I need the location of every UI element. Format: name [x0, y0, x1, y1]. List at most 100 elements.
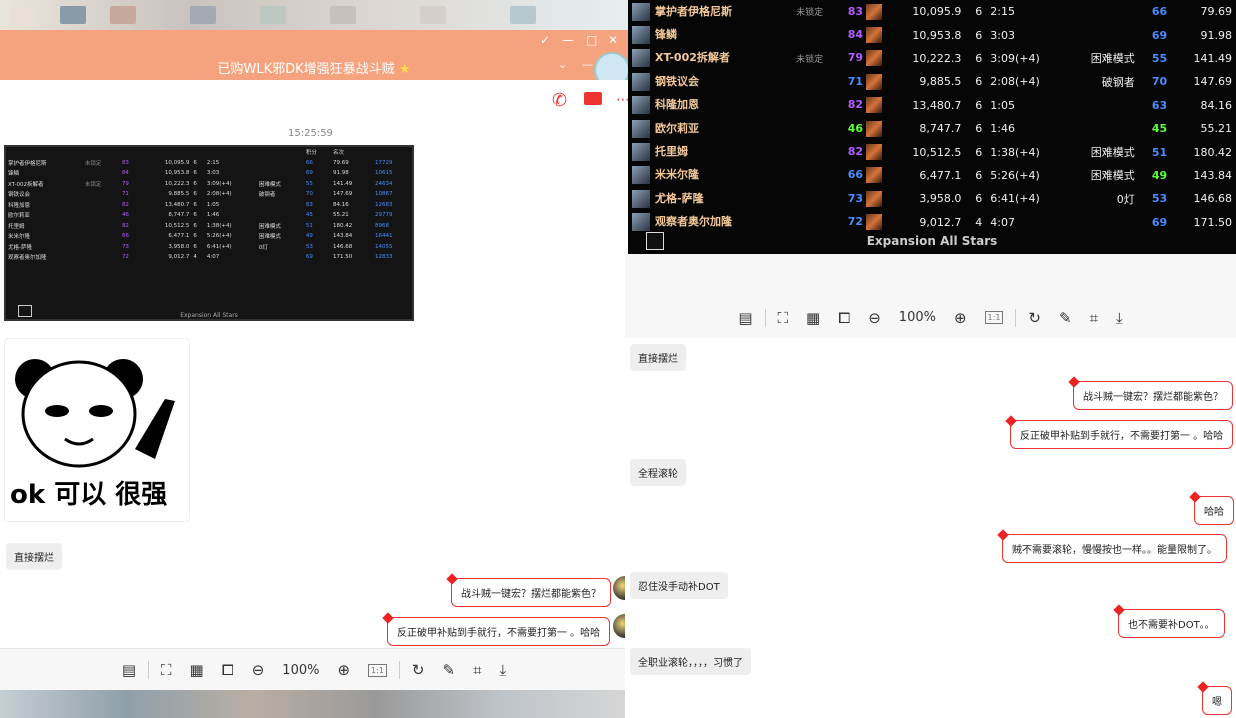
qr-icon[interactable]: [646, 232, 664, 250]
message-bubble-left[interactable]: 全职业滚轮，，，，习惯了: [630, 648, 751, 675]
lock-status: [83, 189, 120, 200]
score-cell: 147.69: [333, 191, 353, 198]
time-cell: 2:08(+4): [990, 75, 1040, 89]
score-cell: 146.68: [333, 243, 353, 250]
dps-cell: 13,480.7: [164, 201, 190, 208]
rank-cell: 16441: [375, 233, 393, 240]
dps-cell: 9,885.5: [919, 75, 962, 89]
boss-name-cell: 米米尔隆: [8, 234, 31, 241]
message-bubble-right[interactable]: 战斗贼一键宏？摆烂都能紫色？: [1073, 381, 1233, 410]
dps-cell: 3,958.0: [168, 243, 190, 250]
message-bubble-right[interactable]: 贼不需要滚轮，慢慢按也一样。。能量限制了。: [1002, 534, 1227, 563]
time-cell: 3:03: [206, 170, 220, 177]
edit-icon[interactable]: ✎: [443, 661, 456, 679]
count-cell: 6: [193, 233, 197, 240]
boss-name-cell: 欧尔莉亚: [8, 213, 31, 220]
time-cell: 5:26(+4): [206, 233, 232, 240]
fit-screen-icon[interactable]: ⧠: [222, 661, 234, 679]
zoom-out-icon[interactable]: ⊖: [868, 309, 881, 327]
boss-score-table[interactable]: 掌护者伊格尼斯 未锁定 83 10,095.9 6 2:15 66 79.69 锋鳞 84 10,9…: [628, 0, 1236, 234]
phone-icon[interactable]: ✆: [552, 90, 567, 111]
translate-icon[interactable]: ▦: [190, 661, 204, 679]
ilvl-cell: 83: [121, 159, 129, 166]
weapon-icon: [866, 144, 883, 161]
ilvl-cell: 73: [121, 243, 129, 250]
message-bubble-right[interactable]: 哈哈: [1194, 496, 1234, 525]
score-cell: 171.50: [333, 254, 353, 261]
rank-cell: 24634: [375, 180, 393, 187]
download-icon[interactable]: ⤓: [1116, 309, 1123, 327]
message-bubble-left[interactable]: 直接摆烂: [630, 344, 686, 371]
actual-size-button[interactable]: 1:1: [368, 663, 387, 677]
ilvl-cell: 84: [827, 23, 886, 46]
message-bubble-right[interactable]: 反正破甲补贴到手就行，不需要打第一 。哈哈: [1010, 420, 1234, 449]
ilvl-cell: 46: [121, 212, 129, 219]
maximize-button[interactable]: □: [586, 33, 597, 47]
message-bubble-right[interactable]: 战斗贼一键宏？摆烂都能紫色？: [451, 578, 611, 607]
score-cell: 143.84: [1193, 168, 1233, 182]
message-bubble-left[interactable]: 忍住没手动补DOT: [630, 572, 728, 599]
weapon-icon: [866, 97, 883, 114]
lock-status: [778, 70, 827, 93]
minus-icon[interactable]: —: [582, 58, 593, 71]
boss-portrait-icon: [632, 143, 650, 162]
time-cell: 5:26(+4): [990, 168, 1040, 182]
layout-icon[interactable]: ▤: [738, 309, 752, 327]
toolbar-divider: [1015, 308, 1017, 327]
ilvl-cell: 79: [121, 180, 129, 187]
message-bubble-right[interactable]: 也不需要补DOT。。: [1118, 609, 1225, 638]
zoom-out-icon[interactable]: ⊖: [252, 661, 265, 679]
percentile-cell: 51: [1151, 145, 1168, 159]
weapon-icon: [866, 73, 883, 90]
percentile-cell: 49: [1151, 168, 1168, 182]
edit-icon[interactable]: ✎: [1059, 309, 1072, 327]
download-icon[interactable]: ⤓: [500, 661, 507, 679]
rotate-icon[interactable]: ↻: [1028, 309, 1041, 327]
qr-icon[interactable]: [18, 305, 32, 317]
ilvl-cell: 71: [827, 70, 886, 93]
layout-icon[interactable]: ▤: [122, 661, 136, 679]
time-cell: 2:15: [206, 159, 220, 166]
translate-icon[interactable]: ▦: [806, 309, 820, 327]
shared-image-score-table[interactable]: 积分 名次 掌护者伊格尼斯 未锁定 83 10,095.9 6 2:15 66 79.69 1772…: [4, 145, 414, 321]
message-bubble-left[interactable]: 直接摆烂: [6, 543, 62, 570]
rotate-icon[interactable]: ↻: [412, 661, 425, 679]
message-bubble-left[interactable]: 全程滚轮: [630, 459, 686, 486]
table-row: 观察者奥尔加隆 72 9,012.7 4 4:07 69 171.50 12833: [6, 252, 412, 263]
time-cell: 3:09(+4): [206, 180, 232, 187]
message-timestamp: 15:25:59: [288, 128, 333, 139]
count-cell: 6: [975, 5, 983, 19]
percentile-cell: 63: [1151, 98, 1168, 112]
crop-icon[interactable]: ⌗: [473, 661, 481, 679]
score-cell: 79.69: [1200, 5, 1233, 19]
fit-screen-icon[interactable]: ⧠: [838, 309, 850, 327]
percentile-cell: 70: [305, 191, 313, 198]
actual-size-button[interactable]: 1:1: [984, 311, 1004, 324]
boss-name-cell: 尤格-萨隆: [628, 187, 778, 210]
ilvl-cell: 79: [827, 47, 886, 70]
zoom-in-icon[interactable]: ⊕: [337, 661, 350, 679]
boss-name-cell: 科隆加恩: [628, 94, 778, 117]
close-button[interactable]: ✕: [608, 33, 618, 47]
lock-status: [83, 252, 120, 263]
chevron-down-icon[interactable]: ⌄: [558, 58, 567, 71]
checkmark-icon[interactable]: ✓: [540, 33, 550, 47]
crop-icon[interactable]: ⌗: [1090, 309, 1098, 327]
minimize-button[interactable]: —: [562, 33, 574, 47]
table-row: 观察者奥尔加隆 72 9,012.7 4 4:07 69 171.50: [628, 211, 1236, 234]
ocr-icon[interactable]: ⛶: [778, 309, 789, 327]
boss-name-cell: 锋鳞: [628, 23, 778, 46]
message-bubble-right[interactable]: 反正破甲补贴到手就行，不需要打第一 。哈哈: [387, 617, 611, 646]
mode-cell: [257, 210, 304, 221]
toolbar-divider: [398, 661, 400, 679]
dps-cell: 10,095.9: [164, 159, 190, 166]
score-cell: 55.21: [1200, 122, 1233, 136]
message-bubble-right[interactable]: 嗯: [1202, 686, 1232, 715]
video-call-icon[interactable]: [584, 92, 602, 105]
table-footer-title: Expansion All Stars: [628, 234, 1236, 254]
ocr-icon[interactable]: ⛶: [161, 661, 172, 679]
table-row: 尤格-萨隆 73 3,958.0 6 6:41(+4) 0灯 53 146.68 14055: [6, 242, 412, 253]
boss-name-cell: 托里姆: [628, 140, 778, 163]
percentile-cell: 53: [305, 243, 313, 250]
zoom-in-icon[interactable]: ⊕: [954, 309, 967, 327]
